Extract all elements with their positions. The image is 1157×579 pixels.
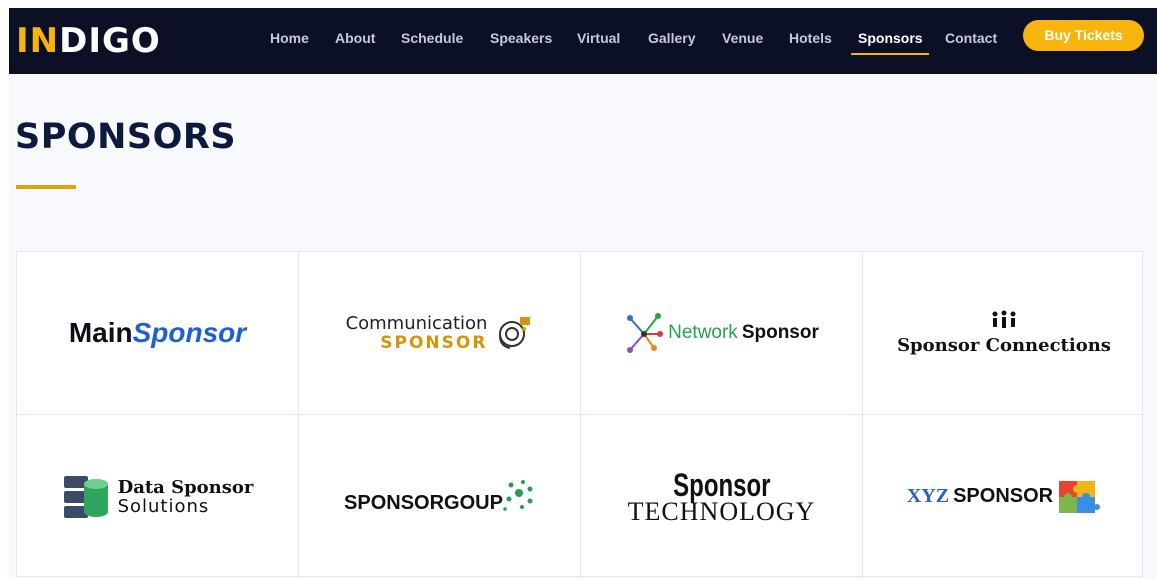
title-underline bbox=[16, 185, 76, 189]
nav-item-speakers[interactable]: Speakers bbox=[490, 28, 552, 48]
puzzle-icon bbox=[1059, 480, 1101, 513]
communication-text-b: SPONSOR bbox=[380, 333, 488, 353]
top-navbar: INDIGO Home About Schedule Speakers Virt… bbox=[9, 8, 1157, 74]
brand-logo[interactable]: INDIGO bbox=[16, 21, 161, 61]
nav-item-about[interactable]: About bbox=[335, 28, 375, 48]
sponsor-cell-communication[interactable]: Communication SPONSOR bbox=[299, 252, 581, 415]
main-sponsor-logo: MainSponsor bbox=[69, 317, 246, 349]
sponsor-group-logo: SPONSORGOUP bbox=[344, 479, 535, 515]
xyz-text-a: XYZ bbox=[906, 485, 950, 507]
network-sponsor-logo: Network Sponsor bbox=[624, 312, 819, 354]
people-network-icon bbox=[992, 310, 1016, 328]
sponsor-technology-logo: Sponsor TECHNOLOGY bbox=[627, 466, 816, 526]
sponsor-cell-xyz[interactable]: XYZ SPONSOR bbox=[863, 415, 1145, 578]
connections-sponsor-logo: Sponsor Connections bbox=[897, 310, 1111, 356]
connections-text: Sponsor Connections bbox=[897, 335, 1111, 356]
active-nav-underline bbox=[851, 53, 929, 55]
nav-item-home[interactable]: Home bbox=[270, 28, 309, 48]
network-nodes-icon bbox=[627, 313, 664, 353]
sponsor-cell-data[interactable]: Data Sponsor Solutions bbox=[17, 415, 299, 578]
network-text-b: Sponsor bbox=[741, 322, 819, 343]
sponsor-cell-main[interactable]: MainSponsor bbox=[17, 252, 299, 415]
sponsor-cell-technology[interactable]: Sponsor TECHNOLOGY bbox=[581, 415, 863, 578]
data-sponsor-text-b: Solutions bbox=[117, 495, 210, 517]
nav-item-sponsors[interactable]: Sponsors bbox=[858, 28, 923, 48]
nav-item-contact[interactable]: Contact bbox=[945, 28, 997, 48]
sponsor-cell-connections[interactable]: Sponsor Connections bbox=[863, 252, 1145, 415]
data-sponsor-logo: Data Sponsor Solutions bbox=[62, 474, 254, 520]
page-title: SPONSORS bbox=[15, 117, 237, 157]
nav-item-schedule[interactable]: Schedule bbox=[401, 28, 463, 48]
nav-item-hotels[interactable]: Hotels bbox=[789, 28, 832, 48]
sponsor-grid: MainSponsor Communication SPONSOR Networ… bbox=[16, 251, 1145, 578]
brand-rest: DIGO bbox=[59, 21, 161, 61]
technology-text-b: TECHNOLOGY bbox=[627, 496, 816, 526]
sponsor-group-text: SPONSORGOUP bbox=[344, 491, 503, 514]
xyz-sponsor-logo: XYZ SPONSOR bbox=[907, 477, 1101, 517]
dots-burst-icon bbox=[503, 479, 533, 511]
nav-item-venue[interactable]: Venue bbox=[722, 28, 763, 48]
sponsor-cell-group[interactable]: SPONSORGOUP bbox=[299, 415, 581, 578]
technology-text-a: Sponsor bbox=[672, 466, 771, 503]
buy-tickets-button[interactable]: Buy Tickets bbox=[1023, 20, 1144, 51]
data-sponsor-text-a: Data Sponsor bbox=[117, 476, 254, 498]
main-sponsor-text-a: Main bbox=[68, 317, 133, 348]
database-stack-icon bbox=[63, 475, 108, 518]
network-text-a: Network bbox=[668, 322, 738, 343]
sponsor-cell-network[interactable]: Network Sponsor bbox=[581, 252, 863, 415]
headset-chat-icon bbox=[499, 317, 531, 349]
main-sponsor-text-b: Sponsor bbox=[132, 317, 247, 348]
communication-text-a: Communication bbox=[345, 313, 488, 334]
brand-accent: IN bbox=[16, 21, 60, 61]
nav-item-virtual[interactable]: Virtual bbox=[577, 28, 620, 48]
nav-item-gallery[interactable]: Gallery bbox=[648, 28, 695, 48]
xyz-text-b: SPONSOR bbox=[953, 485, 1054, 507]
communication-sponsor-logo: Communication SPONSOR bbox=[346, 314, 534, 352]
